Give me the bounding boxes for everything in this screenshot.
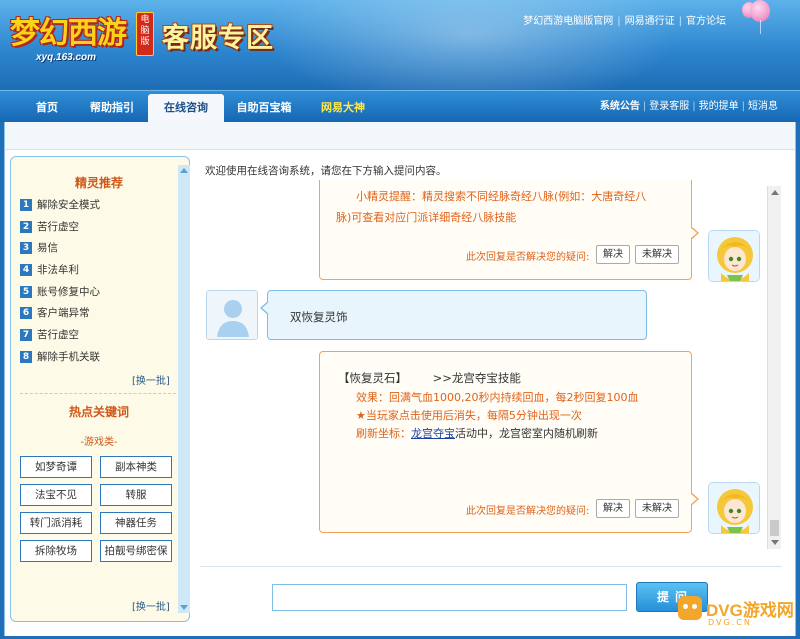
logo-text: 梦幻西游 [10, 16, 127, 51]
bot-message: 小精灵提醒：精灵搜索不同经脉奇经八脉(例如：大唐奇经八 脉)可查看对应门派详细奇… [319, 180, 699, 280]
gamepad-icon [678, 596, 702, 620]
sprite-girl-icon [709, 483, 759, 533]
answer-title: 【恢复灵石】 [338, 371, 407, 385]
bot-message-line: 脉)可查看对应门派详细奇经八脉技能 [336, 211, 517, 224]
page-title: 客服专区 [162, 23, 274, 54]
sidebar-scrollbar[interactable] [178, 165, 190, 613]
feedback-prompt: 此次回复是否解决您的疑问: [466, 506, 590, 517]
user-message: 双恢复灵饰 [260, 290, 647, 340]
top-links: 梦幻西游电脑版官网 | 网易通行证 | 官方论坛 [523, 16, 726, 27]
game-logo[interactable]: 梦幻西游 电脑版 xyq.163.com [8, 4, 158, 72]
user-message-text: 双恢复灵饰 [290, 310, 348, 324]
logo-badge: 电脑版 [136, 12, 154, 56]
recommend-item[interactable]: 5 账号修复中心 [20, 281, 180, 303]
tab-online-consult[interactable]: 在线咨询 [148, 94, 224, 123]
logo-url: xyq.163.com [36, 52, 97, 63]
link-my-tickets[interactable]: 我的提单 [699, 101, 739, 112]
sprite-girl-icon [709, 231, 759, 281]
keyword-button[interactable]: 拆除牧场 [20, 540, 92, 562]
user-silhouette-icon [207, 291, 257, 339]
keyword-button[interactable]: 副本神类 [100, 456, 172, 478]
top-link-forum[interactable]: 官方论坛 [686, 16, 726, 27]
answer-title-extra[interactable]: >>龙宫夺宝技能 [433, 371, 521, 385]
balloon-icon [750, 0, 770, 22]
user-avatar [206, 290, 258, 340]
answer-line-effect: 效果：回满气血1000,20秒内持续回血，每2秒回复100血 [356, 391, 639, 404]
chat-scrollbar[interactable] [767, 186, 781, 549]
keyword-button[interactable]: 拍靓号绑密保 [100, 540, 172, 562]
main-nav: 首页 帮助指引 在线咨询 自助百宝箱 网易大神 系统公告 | 登录客服 | 我的提单 | 短… [0, 90, 800, 123]
welcome-text: 欢迎使用在线咨询系统，请您在下方输入提问内容。 [205, 165, 447, 177]
sidebar-divider [20, 393, 176, 394]
link-login-service[interactable]: 登录客服 [649, 101, 689, 112]
tab-home[interactable]: 首页 [22, 94, 72, 123]
keyword-button[interactable]: 如梦奇谭 [20, 456, 92, 478]
link-system-notice[interactable]: 系统公告 [600, 101, 640, 112]
link-messages[interactable]: 短消息 [748, 101, 778, 112]
balloon-string [760, 20, 761, 34]
bot-avatar [708, 230, 760, 282]
recommend-item[interactable]: 8 解除手机关联 [20, 346, 180, 368]
recommend-item[interactable]: 6 客户端异常 [20, 302, 180, 324]
keyword-button[interactable]: 转服 [100, 484, 172, 506]
recommend-title: 精灵推荐 [74, 176, 123, 190]
answer-line-coord-prefix: 刷新坐标： [356, 427, 411, 440]
feedback-prompt: 此次回复是否解决您的疑问: [466, 252, 590, 263]
top-link-official[interactable]: 梦幻西游电脑版官网 [523, 16, 613, 27]
solved-button[interactable]: 解决 [596, 499, 630, 518]
top-link-passport[interactable]: 网易通行证 [625, 16, 675, 27]
solved-button[interactable]: 解决 [596, 245, 630, 264]
answer-link-longgong[interactable]: 龙宫夺宝 [411, 427, 455, 440]
hot-keywords-subtitle: -游戏类- [80, 437, 118, 448]
recommend-item[interactable]: 4 非法牟利 [20, 259, 180, 281]
answer-line-note: ★当玩家点击使用后消失，每隔5分钟出现一次 [356, 409, 582, 422]
question-input[interactable] [272, 584, 627, 611]
tab-help[interactable]: 帮助指引 [80, 94, 144, 123]
bot-message: 【恢复灵石】 >>龙宫夺宝技能 效果：回满气血1000,20秒内持续回血，每2秒… [319, 351, 699, 533]
recommend-item[interactable]: 2 苦行虚空 [20, 216, 180, 238]
recommend-item[interactable]: 7 苦行虚空 [20, 324, 180, 346]
scroll-up-icon[interactable] [771, 190, 779, 195]
recommend-list: 1 解除安全模式 2 苦行虚空 3 易信 4 非法牟利 5 账号修复中心 6 客户端异常 7… [20, 194, 180, 368]
keyword-button[interactable]: 神器任务 [100, 512, 172, 534]
answer-line-coord-suffix: 活动中，龙宫密室内随机刷新 [455, 427, 598, 440]
tab-netease-god[interactable]: 网易大神 [310, 94, 376, 123]
refresh-recommend-link[interactable]: [换一批] [132, 372, 170, 387]
keyword-button[interactable]: 法宝不见 [20, 484, 92, 506]
unsolved-button[interactable]: 未解决 [635, 499, 679, 518]
bot-avatar [708, 482, 760, 534]
sub-strip [4, 122, 796, 150]
header-banner: 梦幻西游 电脑版 xyq.163.com 客服专区 梦幻西游电脑版官网 | 网易通行… [0, 0, 800, 90]
tab-toolbox[interactable]: 自助百宝箱 [228, 94, 300, 123]
keyword-button[interactable]: 转门派消耗 [20, 512, 92, 534]
recommend-item[interactable]: 3 易信 [20, 237, 180, 259]
recommend-item[interactable]: 1 解除安全模式 [20, 194, 180, 216]
bot-message-line: 小精灵提醒：精灵搜索不同经脉奇经八脉(例如：大唐奇经八 [356, 190, 647, 203]
refresh-keywords-link[interactable]: [换一批] [132, 598, 170, 613]
nav-right-links: 系统公告 | 登录客服 | 我的提单 | 短消息 [599, 101, 778, 112]
chat-divider [200, 566, 782, 567]
scroll-thumb[interactable] [770, 520, 779, 536]
unsolved-button[interactable]: 未解决 [635, 245, 679, 264]
scroll-down-icon[interactable] [771, 540, 779, 545]
site-watermark: DVG游戏网 DVG.CN [678, 594, 796, 636]
scroll-up-icon[interactable] [180, 168, 188, 173]
scroll-down-icon[interactable] [180, 605, 188, 610]
watermark-sub: DVG.CN [708, 618, 752, 627]
hot-keywords-title: 热点关键词 [68, 405, 129, 419]
